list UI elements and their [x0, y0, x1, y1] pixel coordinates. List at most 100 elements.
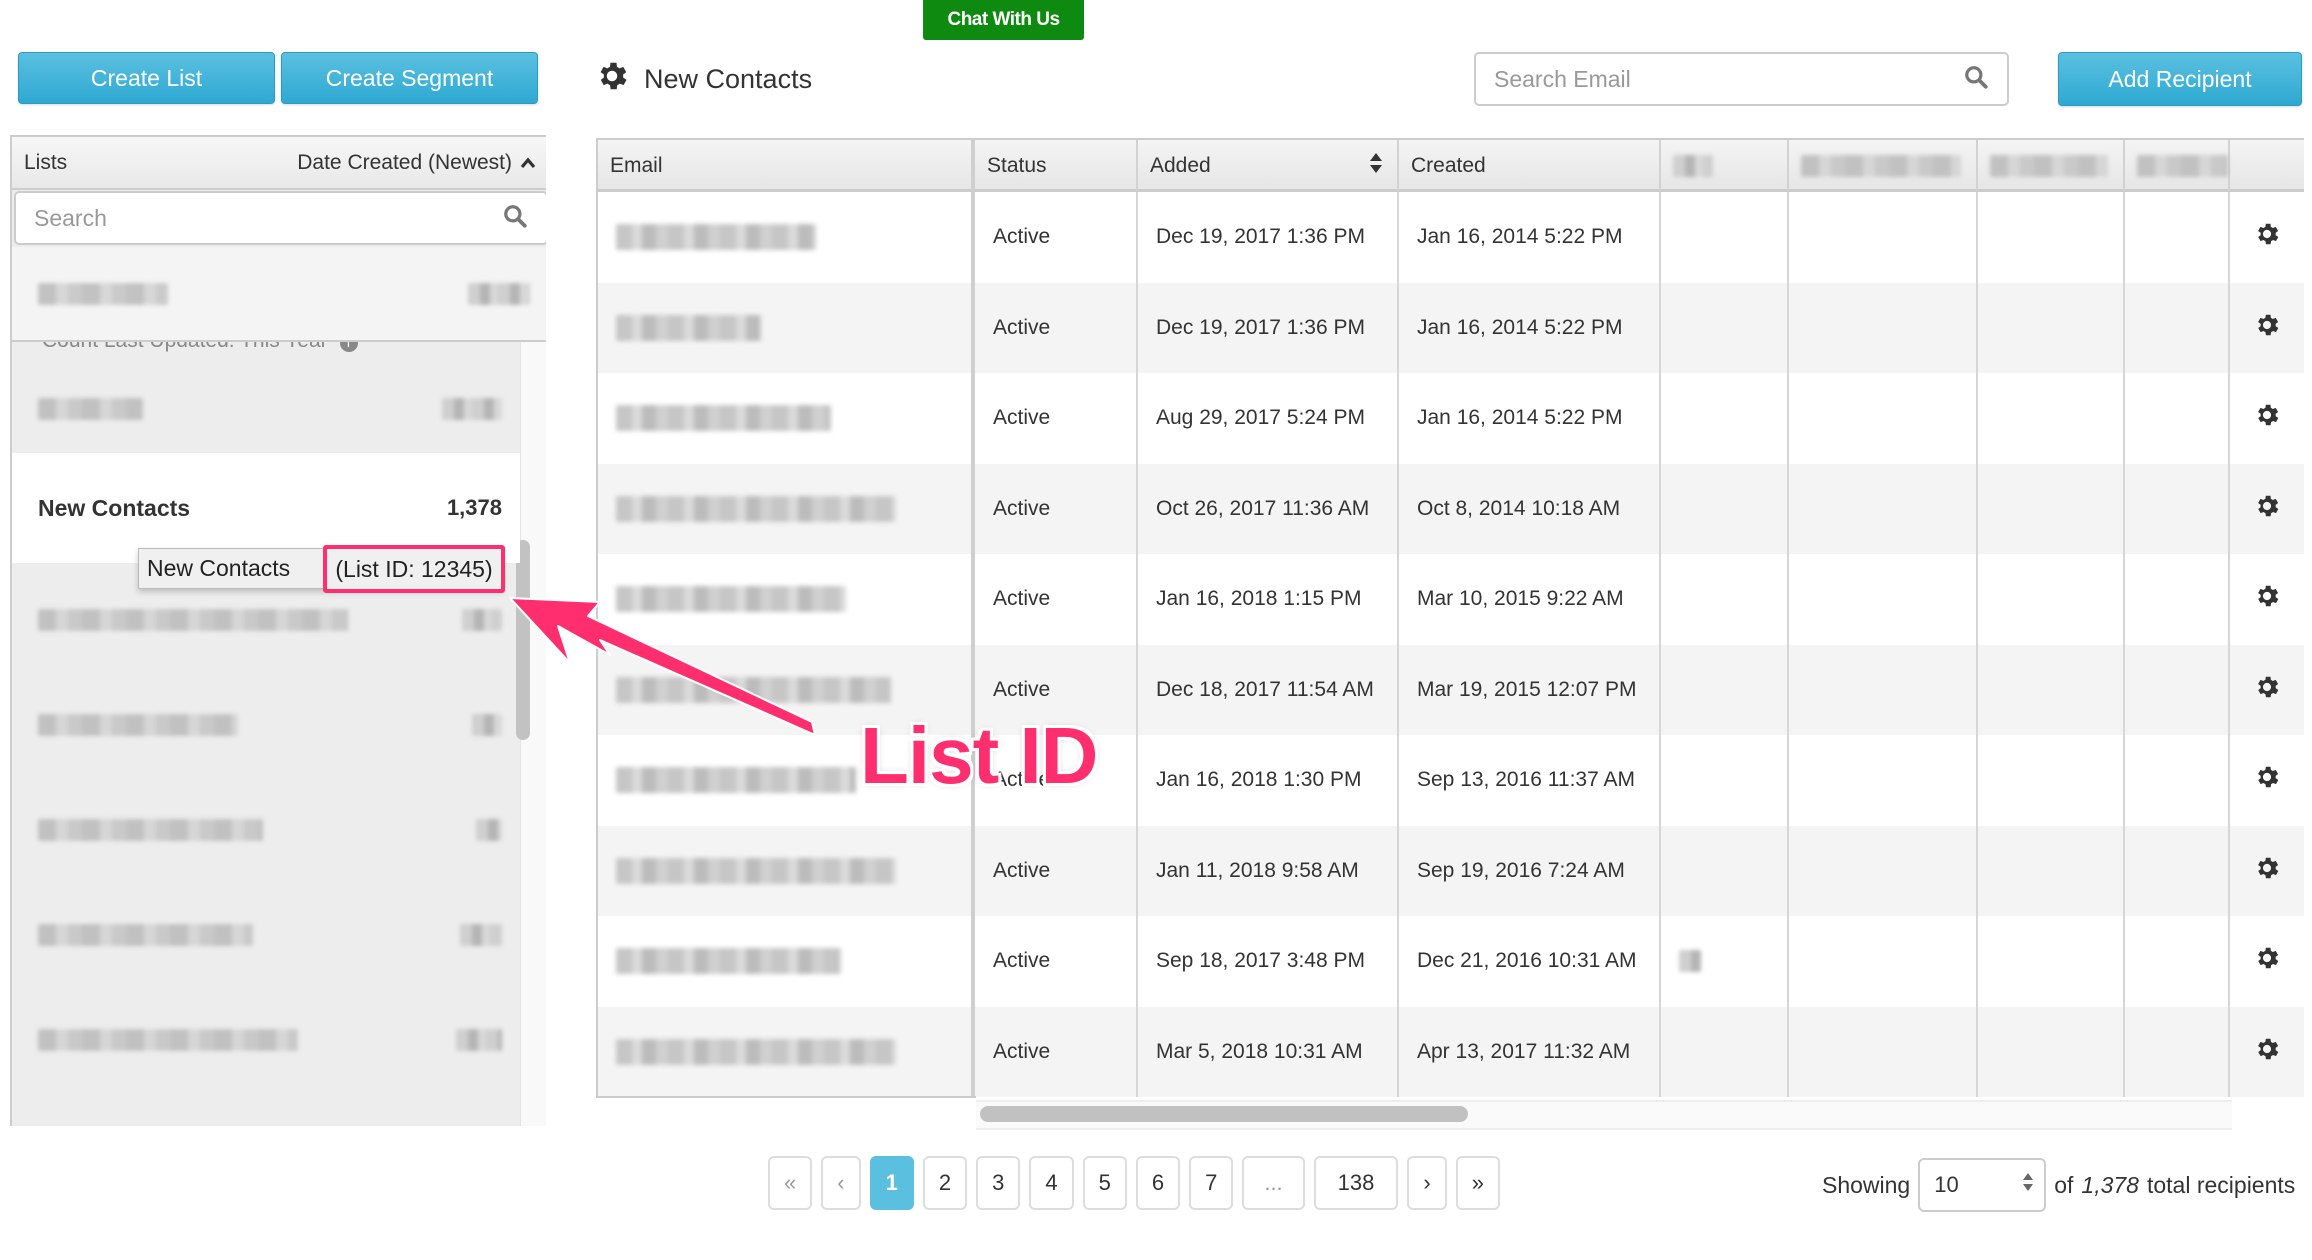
row-actions-cell[interactable] [2230, 464, 2304, 555]
redacted-cell [2125, 192, 2230, 283]
row-actions-cell[interactable] [2230, 283, 2304, 374]
gear-icon[interactable] [2253, 763, 2281, 797]
gear-icon[interactable] [594, 58, 630, 101]
gear-icon[interactable] [2253, 673, 2281, 707]
row-actions-cell[interactable] [2230, 645, 2304, 736]
gear-icon[interactable] [2253, 944, 2281, 978]
list-item[interactable] [12, 785, 520, 875]
email-cell[interactable] [598, 373, 975, 464]
list-item[interactable] [12, 890, 520, 980]
table-row[interactable]: Active Jan 11, 2018 9:58 AM Sep 19, 2016 7… [598, 825, 2304, 917]
row-actions-cell[interactable] [2230, 373, 2304, 464]
email-cell[interactable] [598, 1006, 975, 1097]
chevron-up-icon [520, 151, 536, 175]
column-header-redacted[interactable] [1661, 140, 1789, 191]
list-name: New Contacts [38, 494, 191, 521]
page-button-2[interactable]: 2 [922, 1156, 968, 1210]
chat-with-us-button[interactable]: Chat With Us [923, 0, 1084, 40]
email-cell[interactable] [598, 916, 975, 1007]
sort-label: Date Created (Newest) [297, 150, 512, 174]
redacted-cell [2125, 735, 2230, 826]
page-first-button[interactable]: « [768, 1156, 813, 1210]
list-title-text: New Contacts [644, 63, 813, 94]
column-header-redacted[interactable] [1978, 140, 2125, 191]
gear-icon[interactable] [2253, 311, 2281, 345]
email-cell[interactable] [598, 825, 975, 916]
column-header-redacted[interactable] [2125, 140, 2230, 191]
search-icon[interactable] [502, 203, 528, 233]
add-recipient-button[interactable]: Add Recipient [2058, 52, 2302, 106]
table-row[interactable]: Active Jan 16, 2018 1:30 PM Sep 13, 2016 1… [598, 735, 2304, 826]
table-row[interactable]: Active Dec 19, 2017 1:36 PM Jan 16, 2014 5… [598, 192, 2304, 283]
row-actions-cell[interactable] [2230, 735, 2304, 826]
list-search-input[interactable] [34, 204, 502, 232]
page-button-5[interactable]: 5 [1082, 1156, 1127, 1210]
search-icon[interactable] [1963, 64, 1989, 94]
pagination: « ‹ 1 2 3 4 5 6 7 ... 138 › » [768, 1156, 1500, 1210]
sidebar-search-field[interactable] [14, 191, 546, 245]
column-header-email[interactable]: Email [598, 140, 975, 191]
horizontal-scrollbar-thumb[interactable] [980, 1106, 1468, 1122]
table-row[interactable]: Active Jan 16, 2018 1:15 PM Mar 10, 2015 9… [598, 554, 2304, 645]
search-email-input[interactable] [1494, 65, 1963, 93]
sort-icon[interactable] [1369, 152, 1383, 180]
gear-icon[interactable] [2253, 492, 2281, 526]
row-actions-cell[interactable] [2230, 1007, 2304, 1098]
create-list-button[interactable]: Create List [18, 52, 275, 104]
email-cell[interactable] [598, 463, 975, 554]
table-row[interactable]: Active Dec 19, 2017 1:36 PM Jan 16, 2014 5… [598, 282, 2304, 374]
table-row[interactable]: Active Dec 18, 2017 11:54 AM Mar 19, 2015 … [598, 644, 2304, 736]
redacted-cell [2125, 463, 2230, 554]
page-button-6[interactable]: 6 [1135, 1156, 1181, 1210]
email-redacted [616, 1038, 896, 1065]
row-actions-cell[interactable] [2230, 826, 2304, 917]
redacted-cell [1661, 463, 1789, 554]
page-button-4[interactable]: 4 [1029, 1156, 1074, 1210]
redacted-cell [1978, 192, 2125, 283]
added-cell: Dec 19, 2017 1:36 PM [1138, 282, 1399, 373]
list-item[interactable] [12, 680, 520, 770]
table-row[interactable]: Active Aug 29, 2017 5:24 PM Jan 16, 2014 5… [598, 373, 2304, 464]
page-button-3[interactable]: 3 [976, 1156, 1021, 1210]
page-button-7[interactable]: 7 [1189, 1156, 1234, 1210]
sidebar-scrollbar-thumb[interactable] [516, 540, 530, 740]
page-button-1[interactable]: 1 [869, 1156, 914, 1210]
status-cell: Active [975, 554, 1138, 645]
created-cell: Mar 10, 2015 9:22 AM [1399, 554, 1661, 645]
redacted-cell [1661, 916, 1789, 1007]
gear-icon[interactable] [2253, 854, 2281, 888]
per-page-select[interactable]: 10 [1918, 1158, 2047, 1212]
create-segment-button[interactable]: Create Segment [281, 52, 538, 104]
search-email-field[interactable] [1474, 52, 2009, 106]
added-cell: Jan 11, 2018 9:58 AM [1138, 825, 1399, 916]
page-prev-button[interactable]: ‹ [821, 1156, 861, 1210]
row-actions-cell[interactable] [2230, 554, 2304, 645]
sort-dropdown[interactable]: Date Created (Newest) [297, 151, 536, 175]
redacted-cell [1661, 192, 1789, 283]
gear-icon[interactable] [2253, 1035, 2281, 1069]
page-button-last-number[interactable]: 138 [1313, 1156, 1399, 1210]
table-row[interactable]: Active Sep 18, 2017 3:48 PM Dec 21, 2016 1… [598, 916, 2304, 1007]
page-last-button[interactable]: » [1455, 1156, 1500, 1210]
email-cell[interactable] [598, 192, 975, 283]
list-item[interactable] [12, 365, 520, 453]
column-header-status[interactable]: Status [975, 140, 1138, 191]
select-arrows-icon [2022, 1171, 2034, 1199]
page-next-button[interactable]: › [1407, 1156, 1447, 1210]
row-actions-cell[interactable] [2230, 192, 2304, 283]
column-header-added[interactable]: Added [1138, 140, 1399, 191]
redacted-cell [1978, 1006, 2125, 1097]
column-header-redacted[interactable] [1789, 140, 1978, 191]
column-header-created[interactable]: Created [1399, 140, 1661, 191]
email-cell[interactable] [598, 282, 975, 373]
row-actions-cell[interactable] [2230, 916, 2304, 1007]
list-item[interactable] [12, 995, 520, 1085]
email-cell[interactable] [598, 554, 975, 645]
gear-icon[interactable] [2253, 401, 2281, 435]
gear-icon[interactable] [2253, 582, 2281, 616]
table-row[interactable]: Active Oct 26, 2017 11:36 AM Oct 8, 2014 1… [598, 463, 2304, 555]
table-row[interactable]: Active Mar 5, 2018 10:31 AM Apr 13, 2017 1… [598, 1006, 2304, 1098]
gear-icon[interactable] [2253, 220, 2281, 254]
total-count: 1,378 [2081, 1171, 2139, 1198]
list-item[interactable] [12, 247, 546, 342]
